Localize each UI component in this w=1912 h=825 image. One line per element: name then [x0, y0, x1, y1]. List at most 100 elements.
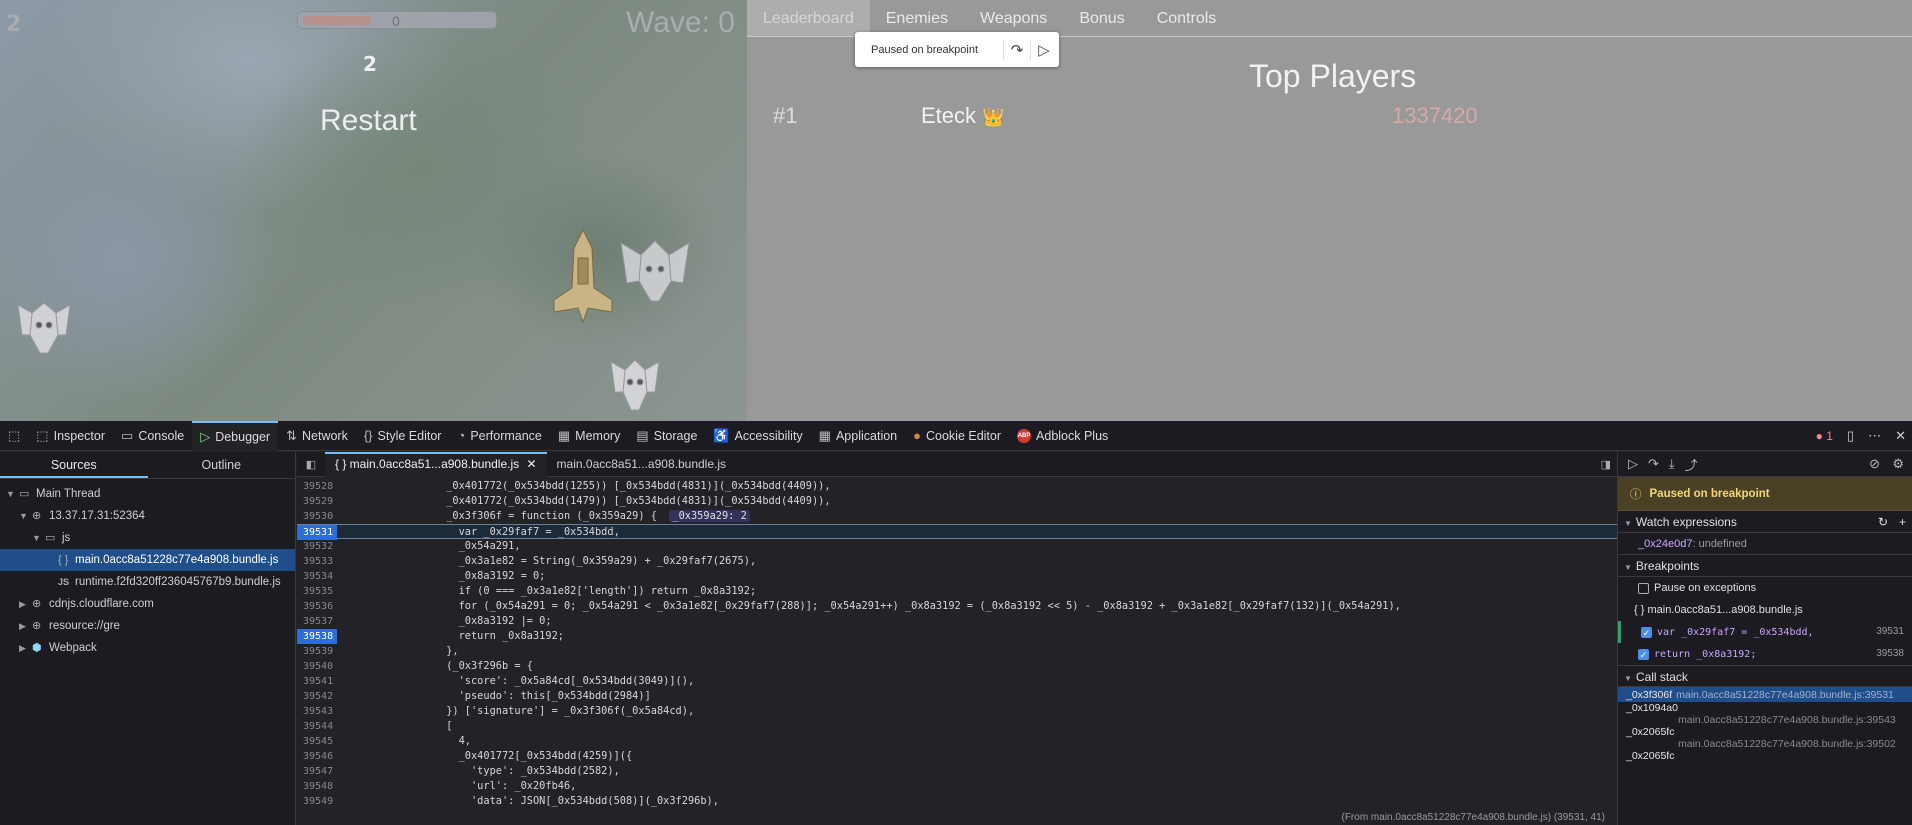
tree-item[interactable]: ▶ ⊕ cdnjs.cloudflare.com — [0, 593, 295, 615]
line-number[interactable]: 39542 — [297, 689, 337, 704]
line-number[interactable]: 39539 — [297, 644, 337, 659]
tab-storage[interactable]: ▤ Storage — [628, 421, 705, 451]
watch-expressions-header[interactable]: ▼ Watch expressions ↻ + — [1618, 511, 1912, 533]
call-stack-frame[interactable]: _0x2065fc main.0acc8a51228c77e4a908.bundl… — [1618, 726, 1912, 750]
tab-network[interactable]: ⇅ Network — [278, 421, 356, 451]
step-over-icon[interactable]: ↷ — [1648, 456, 1659, 472]
watch-item[interactable]: _0x24e0d7: undefined — [1618, 533, 1912, 555]
code-line: 39541 'score': _0x5a84cd[_0x534bdd(3049)… — [297, 674, 1617, 689]
tab-sources[interactable]: Sources — [0, 452, 148, 478]
tab-console[interactable]: ▭ Console — [113, 421, 192, 451]
game-canvas[interactable]: 2 0 Wave: 0 2 Restart — [0, 0, 747, 421]
refresh-icon[interactable]: ↻ — [1878, 511, 1888, 533]
step-in-icon[interactable]: ⤓ — [1669, 456, 1675, 472]
tab-leaderboard[interactable]: Leaderboard — [747, 0, 870, 36]
tree-item[interactable]: ▼ ▭ js — [0, 527, 295, 549]
line-number[interactable]: 39549 — [297, 794, 337, 809]
tab-label: Application — [835, 428, 898, 443]
tab-enemies[interactable]: Enemies — [870, 0, 964, 36]
line-number[interactable]: 39540 — [297, 659, 337, 674]
tab-application[interactable]: ▦ Application — [811, 421, 905, 451]
leaderboard-name: Eteck 👑 — [921, 103, 1005, 128]
line-number[interactable]: 39544 — [297, 719, 337, 734]
code-text: return _0x8a3192; — [347, 630, 564, 642]
breakpoint-item[interactable]: ✓ var _0x29faf7 = _0x534bdd, 39531 — [1618, 621, 1912, 643]
toggle-right-pane-icon[interactable]: ◨ — [1601, 458, 1611, 471]
tab-style-editor[interactable]: {} Style Editor — [356, 421, 450, 451]
line-number[interactable]: 39531 — [297, 525, 337, 540]
leaderboard-score: 1337420 — [1392, 103, 1478, 128]
code-line: 39530 _0x3f306f = function (_0x359a29) {… — [297, 509, 1617, 524]
line-number[interactable]: 39545 — [297, 734, 337, 749]
step-over-icon[interactable]: ↷ — [1004, 37, 1030, 63]
error-count-badge[interactable]: ● 1 — [1816, 429, 1833, 443]
tree-item[interactable]: { } main.0acc8a51228c77e4a908.bundle.js — [0, 549, 295, 571]
call-stack-frame[interactable]: _0x3f306f main.0acc8a51228c77e4a908.bundl… — [1618, 687, 1912, 702]
code-text: 4, — [347, 735, 471, 747]
tree-item[interactable]: ▶ ⊕ resource://gre — [0, 615, 295, 637]
tab-memory[interactable]: ▦ Memory — [550, 421, 628, 451]
breakpoint-code: return _0x8a3192; — [1654, 649, 1757, 660]
call-stack-frame[interactable]: _0x1094a0 main.0acc8a51228c77e4a908.bundl… — [1618, 702, 1912, 726]
toggle-sidebar-icon[interactable]: ◧ — [297, 458, 325, 471]
tree-item[interactable]: ▶ ⬢ Webpack — [0, 637, 295, 659]
code-view[interactable]: 39528 _0x401772(_0x534bdd(1255)) [_0x534… — [297, 479, 1617, 810]
close-tab-icon[interactable]: ✕ — [526, 457, 536, 471]
resume-icon[interactable]: ▷ — [1031, 37, 1057, 63]
restart-button[interactable]: Restart — [320, 104, 417, 138]
line-number[interactable]: 39528 — [297, 479, 337, 494]
tab-performance[interactable]: ◔ Performance — [449, 421, 549, 451]
editor-tab-original[interactable]: main.0acc8a51...a908.bundle.js — [547, 452, 736, 477]
pause-on-exceptions[interactable]: Pause on exceptions — [1618, 577, 1912, 599]
step-out-icon[interactable]: ⤴ — [1685, 455, 1698, 474]
line-number[interactable]: 39537 — [297, 614, 337, 629]
checkbox[interactable] — [1638, 582, 1649, 594]
deactivate-breakpoints-icon[interactable]: ⊘ — [1869, 456, 1880, 472]
tab-label: Cookie Editor — [925, 428, 1002, 443]
tab-inspector[interactable]: ⬚ Inspector — [28, 421, 113, 451]
line-number[interactable]: 39532 — [297, 539, 337, 554]
tab-outline[interactable]: Outline — [148, 452, 296, 478]
dock-icon[interactable]: ▯ — [1847, 428, 1854, 444]
close-icon[interactable]: ✕ — [1895, 428, 1906, 444]
line-number[interactable]: 39534 — [297, 569, 337, 584]
breakpoint-item[interactable]: ✓ return _0x8a3192; 39538 — [1618, 643, 1912, 665]
resume-icon[interactable]: ▷ — [1628, 456, 1638, 472]
line-number[interactable]: 39541 — [297, 674, 337, 689]
tab-cookie-editor[interactable]: ● Cookie Editor — [905, 421, 1009, 451]
more-options-icon[interactable]: ⋯ — [1868, 428, 1881, 444]
line-number[interactable]: 39546 — [297, 749, 337, 764]
tree-item[interactable]: ▼ ⊕ 13.37.17.31:52364 — [0, 505, 295, 527]
line-number[interactable]: 39529 — [297, 494, 337, 509]
wave-label: Wave: 0 — [626, 6, 735, 39]
line-number[interactable]: 39530 — [297, 509, 337, 524]
tree-item-label: 13.37.17.31:52364 — [49, 510, 145, 522]
editor-tab-pretty[interactable]: { } main.0acc8a51...a908.bundle.js ✕ — [325, 451, 547, 477]
tree-item[interactable]: ▼ ▭ Main Thread — [0, 483, 295, 505]
line-number[interactable]: 39536 — [297, 599, 337, 614]
line-number[interactable]: 39543 — [297, 704, 337, 719]
line-number[interactable]: 39548 — [297, 779, 337, 794]
call-stack-header[interactable]: ▼ Call stack — [1618, 665, 1912, 687]
breakpoints-header[interactable]: ▼ Breakpoints — [1618, 555, 1912, 577]
checkbox[interactable]: ✓ — [1641, 626, 1652, 638]
line-number[interactable]: 39535 — [297, 584, 337, 599]
line-number[interactable]: 39538 — [297, 629, 337, 644]
tab-weapons[interactable]: Weapons — [964, 0, 1063, 36]
settings-gear-icon[interactable]: ⚙ — [1892, 456, 1904, 472]
element-picker-icon[interactable]: ⬚ — [0, 421, 28, 451]
chevron-down-icon: ▼ — [1624, 519, 1632, 528]
paused-popup-text: Paused on breakpoint — [871, 43, 979, 56]
tab-adblock-plus[interactable]: ABP Adblock Plus — [1009, 421, 1116, 451]
tab-bonus[interactable]: Bonus — [1063, 0, 1140, 36]
line-number[interactable]: 39547 — [297, 764, 337, 779]
tree-item[interactable]: JS runtime.f2fd320ff236045767b9.bundle.js — [0, 571, 295, 593]
window-icon: ▭ — [19, 488, 30, 500]
checkbox[interactable]: ✓ — [1638, 648, 1649, 660]
line-number[interactable]: 39533 — [297, 554, 337, 569]
tab-accessibility[interactable]: ♿ Accessibility — [705, 421, 810, 451]
tab-controls[interactable]: Controls — [1141, 0, 1233, 36]
tab-debugger[interactable]: ▷ Debugger — [192, 420, 279, 451]
add-icon[interactable]: + — [1899, 511, 1906, 533]
call-stack-frame[interactable]: _0x2065fc — [1618, 750, 1912, 762]
